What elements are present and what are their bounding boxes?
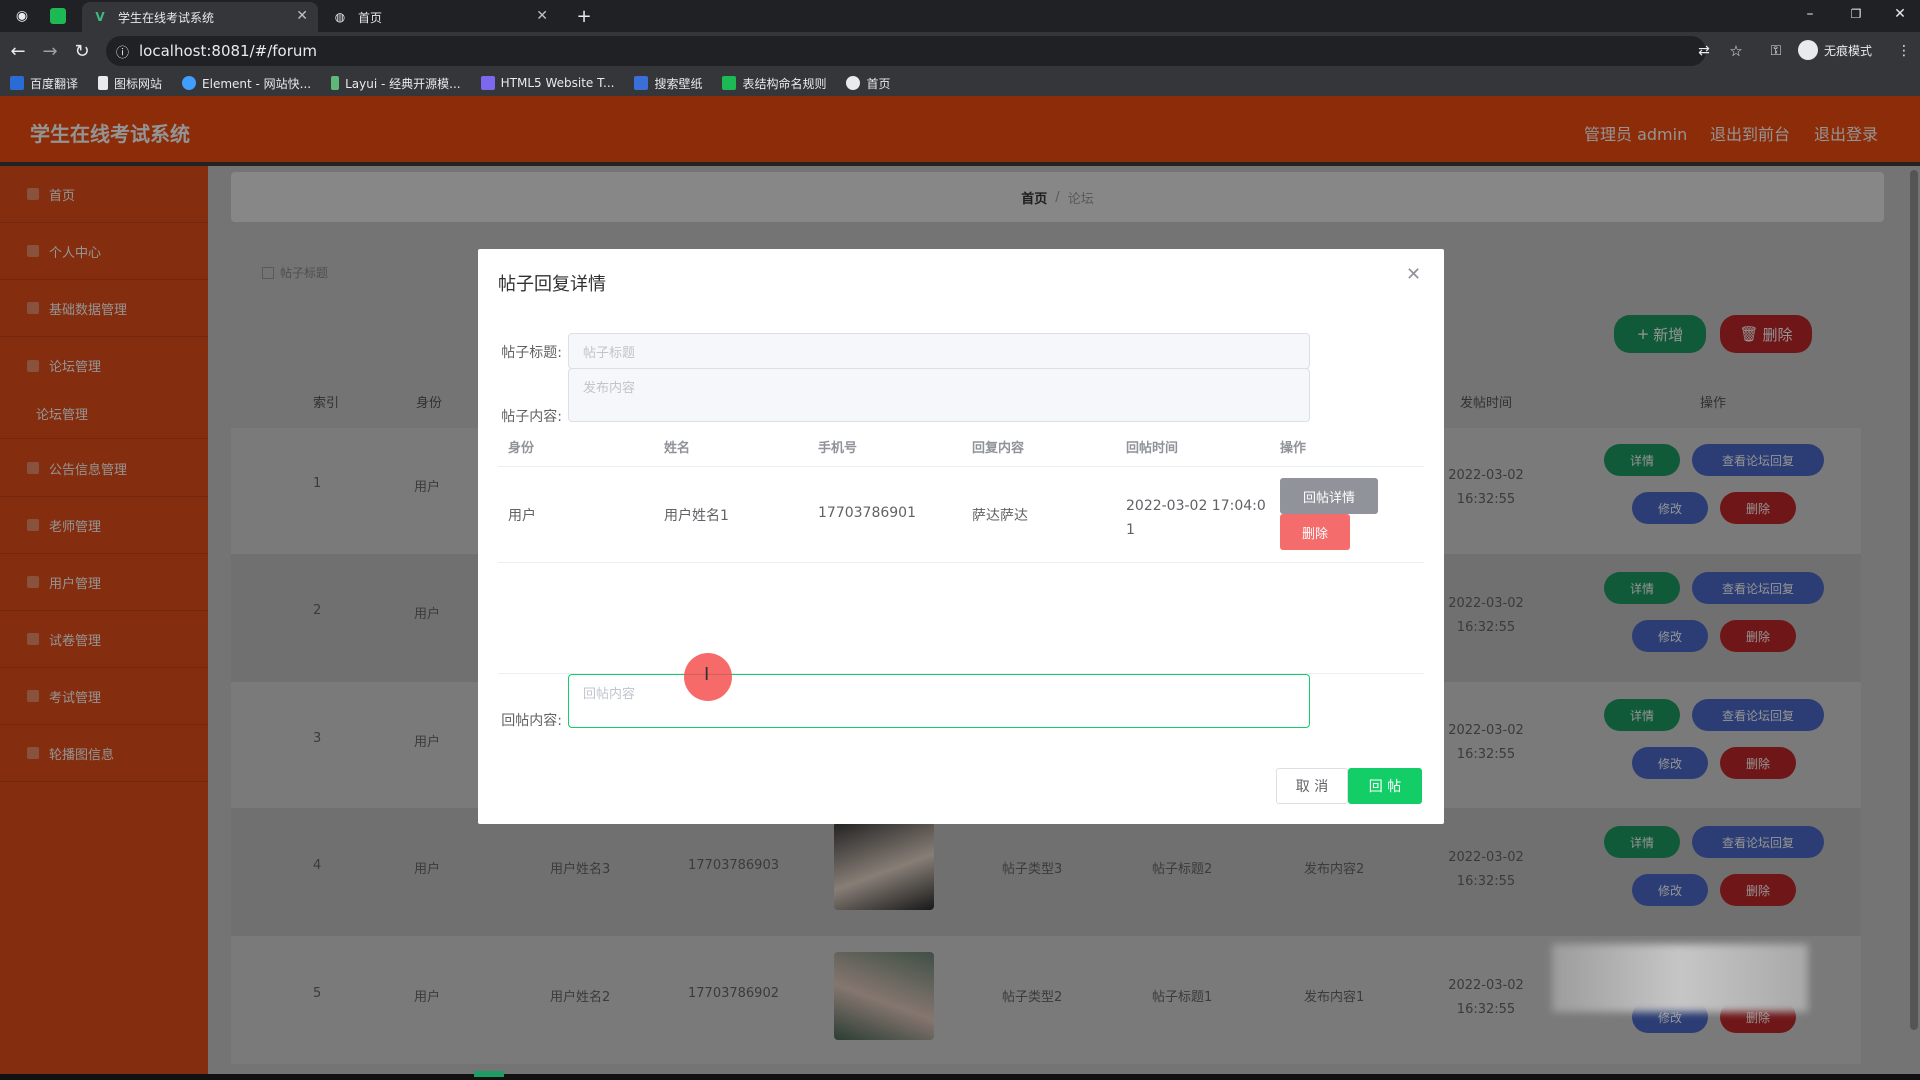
minimize-icon[interactable]: – [1798,2,1822,26]
bookmark-icon-site[interactable]: 图标网站 [98,75,162,92]
bookmark-html5[interactable]: HTML5 Website T... [480,76,614,90]
reply-name: 用户姓名1 [664,508,729,524]
globe-icon: ◍ [334,10,346,24]
dialog-title: 帖子回复详情 [498,274,606,295]
close-icon[interactable]: ✕ [536,8,548,24]
horizontal-scrollbar-thumb[interactable] [474,1071,504,1077]
vue-icon: V [95,10,105,24]
reply-content-textarea[interactable]: 回帖内容 [568,674,1310,728]
restore-icon[interactable]: ❐ [1844,2,1868,26]
bottom-edge [0,1074,1920,1080]
table-row-divider [498,562,1424,563]
post-content-label: 帖子内容: [501,409,562,425]
window-close-icon[interactable]: ✕ [1888,2,1912,26]
post-title-label: 帖子标题: [501,345,562,361]
browser-menu-icon[interactable]: ◉ [10,4,34,28]
reply-time: 2022-03-02 17:04:0 1 [1126,498,1266,538]
translate-icon[interactable]: ⇄ [1692,39,1716,63]
th-reply: 回复内容 [972,441,1025,456]
dialog-close-icon[interactable]: ✕ [1406,264,1421,285]
bookmark-baidu-translate[interactable]: 百度翻译 [10,75,78,92]
tab-home[interactable]: ◍ 首页 ✕ [322,2,558,32]
tab-title: 学生在线考试系统 [118,10,215,25]
post-title-input[interactable]: 帖子标题 [568,333,1310,369]
th-name: 姓名 [664,441,691,456]
incognito-icon [1798,40,1818,60]
browser-tab-strip: ◉ V 学生在线考试系统 ✕ ◍ 首页 ✕ + – ❐ ✕ [0,0,1920,32]
key-icon[interactable]: ⚿ [1764,39,1788,63]
url-text: localhost:8081/#/forum [139,42,317,60]
reload-icon[interactable]: ↻ [70,39,94,63]
submit-reply-button[interactable]: 回 帖 [1348,768,1422,804]
layui-icon [331,76,340,90]
table-header-divider [498,466,1424,467]
info-icon: ⓘ [116,45,130,61]
bookmark-wallpaper[interactable]: 搜索壁纸 [634,75,702,92]
text-cursor-icon: I [704,664,710,685]
sheet-icon [722,76,737,90]
wallpaper-icon [634,76,649,90]
post-content-textarea[interactable]: 发布内容 [568,368,1310,422]
reply-role: 用户 [508,508,536,524]
globe-icon [846,76,861,90]
close-icon[interactable]: ✕ [296,8,308,24]
blurred-region [1552,944,1808,1012]
reply-delete-button[interactable]: 删除 [1280,514,1350,550]
reply-content: 萨达萨达 [972,508,1028,524]
th-time: 回帖时间 [1126,441,1179,456]
reply-content-label: 回帖内容: [501,713,562,729]
cancel-button[interactable]: 取 消 [1276,768,1348,804]
page-scrollbar[interactable] [1910,170,1918,1030]
bookmark-home[interactable]: 首页 [846,75,891,92]
bookmark-naming-rules[interactable]: 表结构命名规则 [722,75,826,92]
th-role: 身份 [508,441,535,456]
translate-icon [10,76,24,90]
th-ops: 操作 [1280,441,1307,456]
bookmark-layui[interactable]: Layui - 经典开源模... [331,75,461,92]
new-tab-icon[interactable]: + [572,4,596,28]
more-icon[interactable]: ⋮ [1892,39,1916,63]
tab-title: 首页 [358,10,383,25]
back-icon[interactable]: ← [6,39,30,63]
app-favicon-icon[interactable] [50,8,66,24]
bookmark-element[interactable]: Element - 网站快... [182,75,311,92]
html5-icon [480,76,495,90]
forward-icon[interactable]: → [38,39,62,63]
bookmarks-bar: 百度翻译 图标网站 Element - 网站快... Layui - 经典开源模… [0,70,1920,96]
address-bar[interactable]: ⓘ localhost:8081/#/forum [106,36,1706,66]
element-icon [182,76,197,90]
reply-detail-button[interactable]: 回帖详情 [1280,478,1378,514]
star-icon[interactable]: ☆ [1724,39,1748,63]
reply-phone: 17703786901 [818,505,916,521]
th-phone: 手机号 [818,441,858,456]
tab-exam-system[interactable]: V 学生在线考试系统 ✕ [82,2,318,32]
incognito-badge[interactable]: 无痕模式 [1798,40,1872,60]
flag-icon [98,76,109,90]
